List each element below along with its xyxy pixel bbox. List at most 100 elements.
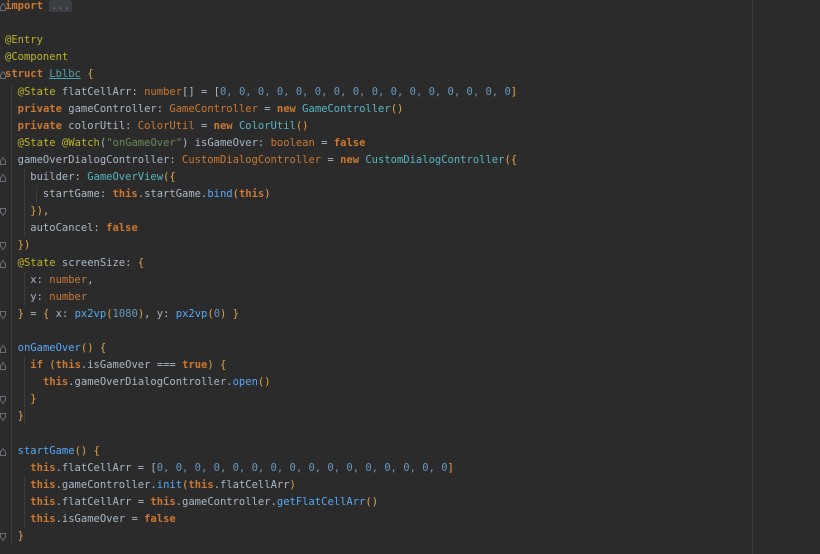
code-line[interactable]: this.gameOverDialogController.open()	[5, 374, 271, 391]
code-line[interactable]: @State screenSize: {	[5, 255, 144, 272]
code-token: @Watch	[61, 136, 100, 149]
code-line[interactable]: startGame: this.startGame.bind(this)	[5, 186, 271, 203]
indent-guide	[11, 83, 12, 546]
fold-marker-icon[interactable]	[0, 310, 6, 319]
code-token: @State	[17, 85, 56, 98]
code-line[interactable]: x: number,	[5, 272, 94, 289]
fold-marker-icon[interactable]	[0, 447, 6, 456]
code-token: this	[30, 495, 56, 508]
code-line[interactable]: }	[5, 408, 24, 425]
fold-marker-icon[interactable]	[0, 208, 6, 217]
code-token: ]	[447, 461, 454, 474]
code-token: =	[314, 136, 334, 149]
code-token: ({	[504, 153, 518, 166]
code-token: "onGameOver"	[106, 136, 183, 149]
code-line[interactable]: @Component	[5, 49, 68, 66]
code-token: autoCancel:	[5, 222, 107, 235]
code-token: number	[49, 290, 88, 303]
code-token: }	[17, 530, 24, 543]
code-token: ({	[163, 171, 176, 183]
code-token: 0, 0, 0, 0, 0, 0, 0, 0, 0, 0, 0, 0, 0, 0…	[219, 85, 511, 98]
code-token: }	[30, 393, 37, 406]
code-token: startGame	[17, 444, 75, 457]
code-token: builder:	[5, 171, 88, 183]
code-token: 0, 0, 0, 0, 0, 0, 0, 0, 0, 0, 0, 0, 0, 0…	[156, 461, 448, 474]
code-line[interactable]: y: number	[5, 289, 87, 306]
code-token: [] = [	[182, 85, 220, 98]
code-line[interactable]: private gameController: GameController =…	[5, 101, 404, 118]
code-line[interactable]: private colorUtil: ColorUtil = new Color…	[5, 118, 309, 135]
code-token: new	[276, 102, 296, 115]
code-line[interactable]: })	[5, 237, 31, 254]
code-token: flatCellArr:	[55, 85, 145, 98]
fold-marker-icon[interactable]	[0, 3, 6, 11]
fold-marker-icon[interactable]	[0, 533, 6, 542]
code-token: =	[257, 102, 277, 115]
code-line[interactable]: builder: GameOverView({	[5, 169, 176, 186]
code-token: {	[99, 342, 107, 354]
code-line[interactable]: @Entry	[5, 32, 43, 49]
code-token: ) isGameOver:	[182, 136, 271, 149]
code-token: getFlatCellArr	[276, 495, 366, 508]
code-token: )	[207, 359, 221, 372]
code-line[interactable]: this.flatCellArr = this.gameController.g…	[5, 494, 378, 511]
code-token: this	[188, 478, 214, 491]
code-token: .gameOverDialogController.	[68, 376, 233, 389]
code-line[interactable]: import ...	[5, 0, 73, 15]
folded-imports-placeholder[interactable]: ...	[49, 0, 73, 12]
code-line[interactable]: struct Lblbc {	[5, 66, 94, 83]
fold-marker-icon[interactable]	[0, 345, 6, 353]
code-token: .flatCellArr =	[55, 495, 151, 508]
fold-marker-icon[interactable]	[0, 71, 6, 80]
fold-marker-icon[interactable]	[0, 362, 6, 371]
code-token: GameOverView	[87, 171, 164, 183]
code-token: {	[220, 359, 227, 372]
code-token: private	[17, 119, 62, 132]
code-line[interactable]: startGame() {	[5, 443, 100, 460]
code-line[interactable]: this.isGameOver = false	[5, 511, 175, 528]
code-line[interactable]: onGameOver() {	[5, 340, 107, 357]
fold-marker-icon[interactable]	[0, 156, 6, 165]
indent-guide	[24, 476, 25, 529]
fold-marker-icon[interactable]	[0, 174, 6, 182]
code-token: this	[42, 376, 69, 389]
code-line[interactable]: gameOverDialogController: CustomDialogCo…	[5, 152, 517, 169]
code-line[interactable]: this.flatCellArr = [0, 0, 0, 0, 0, 0, 0,…	[5, 460, 454, 477]
code-token: number	[49, 273, 88, 286]
code-line[interactable]: if (this.isGameOver === true) {	[5, 357, 226, 374]
code-token: this	[112, 188, 138, 201]
code-token: screenSize:	[55, 256, 138, 269]
code-token: ()	[80, 342, 100, 354]
code-line[interactable]: @State @Watch("onGameOver") isGameOver: …	[5, 135, 366, 152]
code-token: import	[5, 0, 43, 12]
code-token: .gameController.	[55, 478, 157, 491]
code-line[interactable]: } = { x: px2vp(1080), y: px2vp(0) }	[5, 306, 239, 323]
code-token: ,	[87, 273, 94, 286]
code-line[interactable]: @State flatCellArr: number[] = [0, 0, 0,…	[5, 84, 517, 101]
code-token: 1080	[112, 307, 138, 320]
code-token: new	[340, 153, 360, 166]
code-token: false	[106, 222, 138, 235]
fold-marker-icon[interactable]	[0, 242, 6, 251]
code-token: px2vp	[74, 307, 107, 320]
code-line[interactable]: this.gameController.init(this.flatCellAr…	[5, 477, 296, 494]
code-token: ColorUtil	[137, 119, 195, 132]
code-token: }	[226, 307, 239, 320]
fold-marker-icon[interactable]	[0, 259, 6, 268]
code-token: GameController	[169, 102, 258, 115]
code-token: .flatCellArr = [	[55, 461, 157, 474]
code-token: gameController:	[61, 102, 170, 115]
fold-marker-icon[interactable]	[0, 396, 6, 405]
fold-marker-icon[interactable]	[0, 413, 6, 422]
code-token: ()	[257, 376, 271, 389]
code-line[interactable]: }	[5, 528, 24, 545]
code-token: .gameController.	[175, 495, 277, 508]
code-editor[interactable]: import ... @Entry @Component struct Lblbc {…	[0, 0, 820, 554]
code-token: .isGameOver ===	[80, 359, 183, 372]
code-token: this	[30, 478, 56, 491]
code-line[interactable]: }	[5, 391, 37, 408]
